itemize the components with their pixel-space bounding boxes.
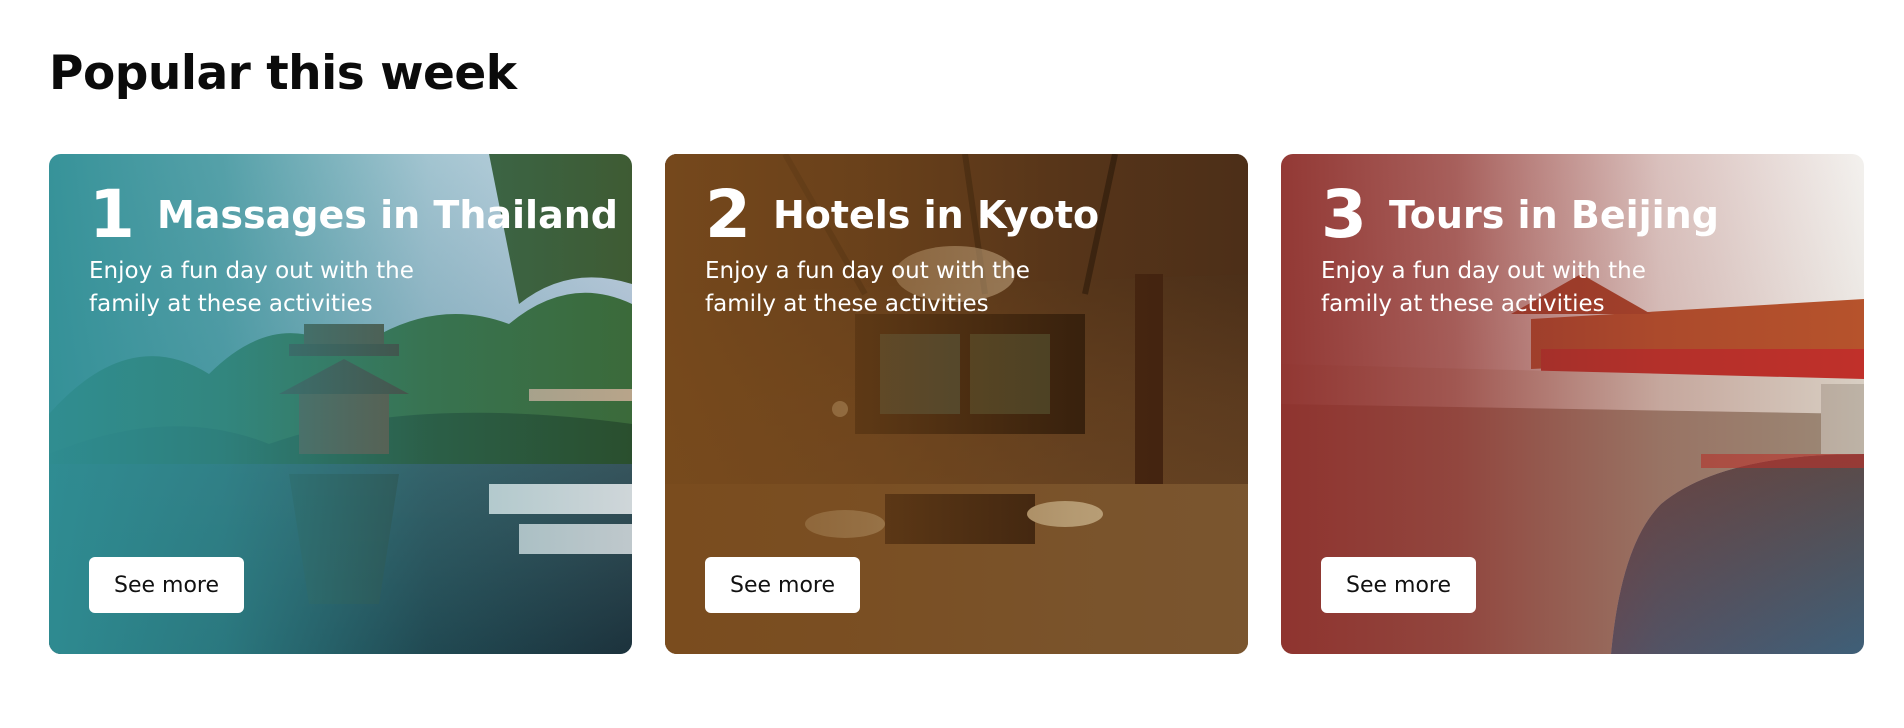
card-description: Enjoy a fun day out with the family at t… <box>705 258 1030 317</box>
card-description: Enjoy a fun day out with the family at t… <box>1321 258 1646 317</box>
card-rank-number: 1 <box>89 176 135 253</box>
card-header: 1 Massages in Thailand <box>89 182 618 248</box>
card-rank-number: 2 <box>705 176 751 253</box>
card-header: 2 Hotels in Kyoto <box>705 182 1099 248</box>
card-rank-number: 3 <box>1321 176 1367 253</box>
card-description: Enjoy a fun day out with the family at t… <box>89 258 414 317</box>
card-title: Massages in Thailand <box>156 193 618 237</box>
card-title: Hotels in Kyoto <box>772 193 1100 237</box>
card-tours-beijing[interactable]: 3 Tours in Beijing Enjoy a fun day out w… <box>1281 154 1864 654</box>
see-more-button[interactable]: See more <box>89 557 244 613</box>
card-header: 3 Tours in Beijing <box>1321 182 1719 248</box>
card-hotels-kyoto[interactable]: 2 Hotels in Kyoto Enjoy a fun day out wi… <box>665 154 1248 654</box>
see-more-button[interactable]: See more <box>705 557 860 613</box>
card-massages-thailand[interactable]: 1 Massages in Thailand Enjoy a fun day o… <box>49 154 632 654</box>
section-title: Popular this week <box>49 46 517 101</box>
card-list: 1 Massages in Thailand Enjoy a fun day o… <box>49 154 1864 654</box>
card-title: Tours in Beijing <box>1388 193 1719 237</box>
see-more-button[interactable]: See more <box>1321 557 1476 613</box>
